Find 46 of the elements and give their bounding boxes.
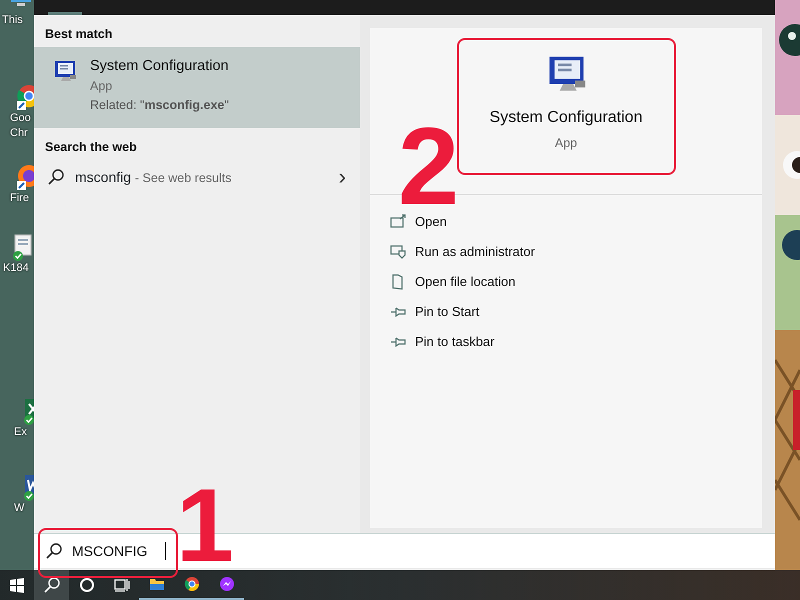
taskbar-button[interactable] <box>34 570 69 600</box>
best-match-result[interactable]: System Configuration App Related: "msconfig.exe" <box>34 47 360 128</box>
preview-title: System Configuration <box>490 108 642 128</box>
action-item[interactable]: Open <box>390 207 762 237</box>
action-label: Pin to Start <box>415 303 480 322</box>
folder-icon <box>148 576 164 592</box>
shield-icon <box>390 244 406 260</box>
action-label: Run as administrator <box>415 243 535 262</box>
icon-label: Fire <box>10 191 30 206</box>
web-result[interactable]: msconfig - See web results › <box>34 160 360 194</box>
windows-icon <box>9 577 25 593</box>
icon-label: Ex <box>14 425 28 440</box>
preview-type: App <box>554 135 578 152</box>
icon-label: K184 <box>3 261 30 276</box>
annotation-number: 1 <box>176 474 234 578</box>
tab-indicator <box>48 12 82 15</box>
action-label: Open <box>415 213 447 232</box>
chrome-icon <box>184 576 200 592</box>
task-view-icon <box>114 577 130 593</box>
circle-icon <box>78 577 94 593</box>
open-icon <box>390 214 406 230</box>
section-heading: Best match <box>45 27 112 41</box>
search-icon <box>46 543 62 559</box>
action-label: Pin to taskbar <box>415 333 494 352</box>
search-icon <box>48 169 64 185</box>
action-item[interactable]: Pin to taskbar <box>390 327 762 357</box>
hint-text: - See web results <box>134 170 232 184</box>
icon-label: Goo <box>10 111 32 126</box>
search-icon <box>44 577 60 593</box>
result-type: App <box>90 78 114 95</box>
related-text: Related: "msconfig.exe" <box>90 97 229 113</box>
text-cursor <box>164 542 166 560</box>
result-title: System Configuration <box>90 57 229 75</box>
action-item[interactable]: Open file location <box>390 267 762 297</box>
search-field[interactable]: MSCONFIG <box>72 540 155 562</box>
chevron-icon: › <box>338 166 346 188</box>
icon-label: Chr <box>10 126 29 141</box>
icon-label: W <box>14 501 26 516</box>
query-text: msconfig <box>75 168 132 184</box>
messenger-icon <box>218 576 234 592</box>
section-heading: Search the web <box>45 140 137 154</box>
icon-label: This <box>2 13 24 28</box>
action-item[interactable]: Run as administrator <box>390 237 762 267</box>
action-item[interactable]: Pin to Start <box>390 297 762 327</box>
annotation-number: 2 <box>398 124 460 210</box>
action-label: Open file location <box>415 273 516 292</box>
